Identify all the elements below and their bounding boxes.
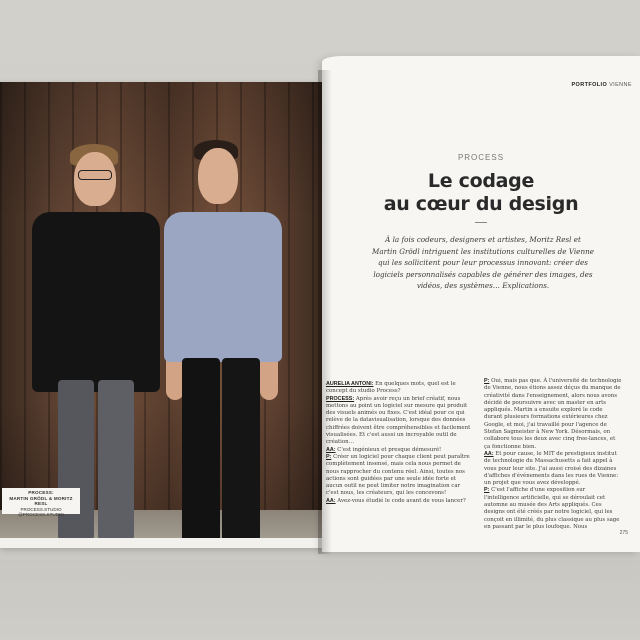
page-gutter-shadow (318, 70, 332, 554)
interview-paragraph: PROCESS: Après avoir reçu un brief créat… (326, 396, 471, 447)
black-tshirt (32, 212, 160, 392)
headline-line: Le codage (427, 170, 535, 192)
photo-caption: PROCESS: MARTIN GRÖDL & MORITZ RESL PROC… (2, 488, 80, 517)
speaker-label: AA: (484, 450, 494, 457)
magazine-right-page: PORTFOLIO VIENNE PROCESS Le codage au cœ… (322, 56, 640, 552)
article-kicker: PROCESS (457, 153, 505, 162)
paragraph-text: Après avoir reçu un brief créatif, nous … (326, 395, 471, 446)
person-right (160, 138, 300, 538)
black-jeans (182, 358, 220, 538)
caption-line: MARTIN GRÖDL & MORITZ RESL (9, 495, 73, 507)
black-jeans (222, 358, 260, 538)
running-head-section: PORTFOLIO (571, 82, 608, 88)
portrait-photo: PROCESS: MARTIN GRÖDL & MORITZ RESL PROC… (0, 82, 322, 538)
interview-paragraph: AURELIA ANTONI: En quelques mots, quel e… (326, 381, 471, 396)
interview-paragraph: AA: Avez-vous étudié le code avant de vo… (326, 498, 471, 505)
interview-paragraph: P: Créer un logiciel pour chaque client … (326, 454, 471, 498)
person-left (28, 142, 168, 538)
paragraph-text: C'est ingénieux et presque démesuré! (335, 446, 442, 453)
caption-line: @PROCESS.STUDIO (18, 512, 64, 518)
running-head: PORTFOLIO VIENNE (571, 82, 632, 88)
interview-paragraph: AA: Et pour cause, le MIT de prestigieux… (484, 451, 622, 487)
interview-paragraph: P: Oui, mais pas que. À l'université de … (484, 378, 622, 451)
speaker-label: AURELIA ANTONI: (326, 381, 374, 387)
paragraph-text: Créer un logiciel pour chaque client peu… (326, 453, 470, 497)
face (198, 148, 238, 204)
paragraph-text: Avez-vous étudié le code avant de vous l… (335, 497, 466, 504)
divider (475, 222, 487, 223)
text-column-left: AURELIA ANTONI: En quelques mots, quel e… (326, 381, 471, 505)
grey-tshirt (164, 212, 282, 362)
article-headline: Le codage au cœur du design (342, 170, 620, 216)
paragraph-text: C'est l'affiche d'une exposition sur l'i… (484, 487, 620, 530)
magazine-left-page: PROCESS: MARTIN GRÖDL & MORITZ RESL PROC… (0, 82, 322, 548)
jeans (98, 380, 134, 538)
text-column-right: P: Oui, mais pas que. À l'université de … (484, 378, 622, 531)
article-lede: À la fois codeurs, designers et artistes… (372, 235, 594, 291)
page-number: 275 (619, 530, 628, 536)
paragraph-text: Et pour cause, le MIT de prestigieux ins… (484, 450, 619, 487)
headline-line: au cœur du design (383, 193, 579, 215)
interview-paragraph: P: C'est l'affiche d'une exposition sur … (484, 487, 622, 531)
running-head-city: VIENNE (609, 82, 632, 88)
table-surface-lower (0, 560, 640, 640)
paragraph-text: Oui, mais pas que. À l'université de tec… (484, 378, 622, 450)
glasses (78, 170, 112, 180)
interview-paragraph: AA: C'est ingénieux et presque démesuré! (326, 447, 471, 454)
